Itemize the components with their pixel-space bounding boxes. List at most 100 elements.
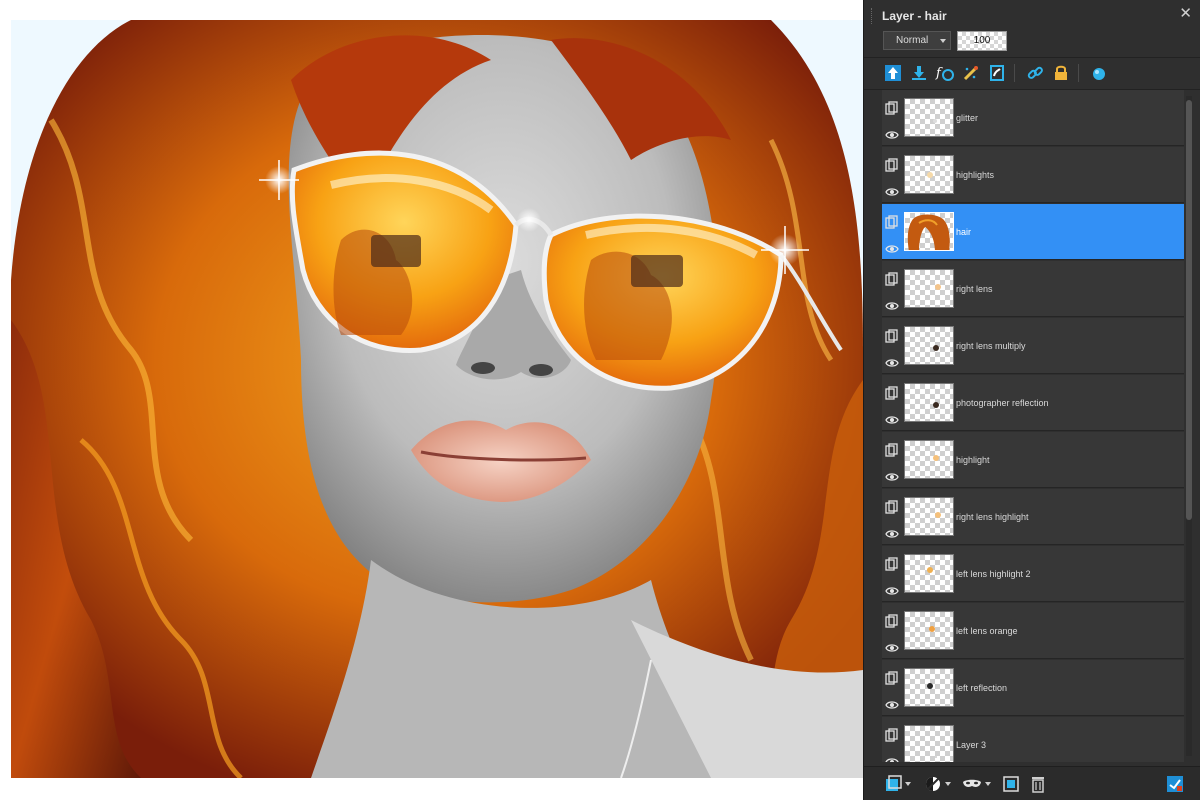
layer-group-icon[interactable] (885, 671, 899, 685)
layer-group-icon[interactable] (885, 386, 899, 400)
layer-thumbnail (904, 98, 954, 137)
layer-name: left reflection (956, 683, 1008, 693)
layer-row[interactable]: right lens (882, 261, 1184, 317)
layer-visibility-controls (885, 215, 899, 253)
layer-thumbnail-content (927, 683, 933, 689)
layer-thumbnail-content (935, 512, 941, 518)
layer-thumbnail (904, 497, 954, 536)
chevron-down-icon (985, 782, 991, 786)
delete-layer-icon (1032, 777, 1044, 793)
layer-row[interactable]: highlights (882, 147, 1184, 203)
layer-visibility-controls (885, 386, 899, 424)
layer-group-icon[interactable] (885, 443, 899, 457)
panel-title: Layer - hair (882, 9, 947, 23)
layer-styles-icon[interactable]: f (934, 62, 956, 84)
layer-thumbnail (904, 326, 954, 365)
chevron-down-icon (905, 782, 911, 786)
blend-mode-select[interactable]: Normal (883, 31, 951, 50)
layer-thumbnail (904, 212, 954, 251)
eye-icon[interactable] (885, 584, 899, 598)
layer-name: highlight (956, 455, 990, 465)
eye-icon[interactable] (885, 128, 899, 142)
eye-icon[interactable] (885, 527, 899, 541)
layer-row[interactable]: left lens highlight 2 (882, 546, 1184, 602)
move-layer-up-icon[interactable] (882, 62, 904, 84)
layer-group-icon[interactable] (885, 215, 899, 229)
panel-options-button[interactable] (1166, 773, 1184, 795)
layer-row[interactable]: highlight (882, 432, 1184, 488)
duplicate-layer-button[interactable] (1002, 773, 1020, 795)
layer-visibility-controls (885, 329, 899, 367)
layer-name: hair (956, 227, 972, 237)
layer-thumbnail-content (935, 284, 941, 290)
layer-thumbnail-content (933, 119, 937, 123)
portrait-photo (11, 20, 863, 778)
layer-group-icon[interactable] (885, 272, 899, 286)
new-layer-button[interactable] (884, 773, 911, 795)
panel-grip[interactable] (871, 8, 874, 24)
layer-name: left lens highlight 2 (956, 569, 1031, 579)
layers-list: glitter highlights hair right lens right len… (882, 90, 1184, 762)
layer-group-icon[interactable] (885, 329, 899, 343)
layer-visibility-controls (885, 443, 899, 481)
adjustment-layer-button[interactable] (924, 773, 951, 795)
link-icon[interactable] (1024, 62, 1046, 84)
layer-visibility-controls (885, 101, 899, 139)
layer-row[interactable]: right lens multiply (882, 318, 1184, 374)
layer-row[interactable]: left reflection (882, 660, 1184, 716)
eye-icon[interactable] (885, 299, 899, 313)
eye-icon[interactable] (885, 413, 899, 427)
layer-group-icon[interactable] (885, 614, 899, 628)
layer-visibility-controls (885, 614, 899, 652)
mask-layer-icon (963, 779, 981, 787)
duplicate-layer-icon (1003, 776, 1019, 792)
close-icon[interactable]: ✕ (1179, 6, 1192, 22)
layer-group-icon[interactable] (885, 500, 899, 514)
layer-row[interactable]: left lens orange (882, 603, 1184, 659)
layer-group-icon[interactable] (885, 101, 899, 115)
eye-icon[interactable] (885, 698, 899, 712)
eye-icon[interactable] (885, 641, 899, 655)
layer-name: left lens orange (956, 626, 1018, 636)
layer-thumbnail-content (927, 172, 933, 178)
layer-name: right lens multiply (956, 341, 1026, 351)
layer-visibility-controls (885, 728, 899, 762)
layer-visibility-controls (885, 500, 899, 538)
layer-row[interactable]: hair (882, 204, 1184, 260)
opacity-input[interactable]: 100 (957, 31, 1007, 51)
layer-thumbnail (904, 554, 954, 593)
layer-group-icon[interactable] (885, 557, 899, 571)
move-layer-down-icon[interactable] (908, 62, 930, 84)
divider (864, 57, 1200, 58)
layers-scrollbar-thumb[interactable] (1186, 100, 1192, 520)
adjustment-icon[interactable] (960, 62, 982, 84)
delete-layer-button[interactable] (1030, 773, 1046, 795)
layer-thumbnail (904, 611, 954, 650)
layer-visibility-controls (885, 272, 899, 310)
eye-icon[interactable] (885, 242, 899, 256)
adjustment-layer-icon (926, 777, 940, 791)
layer-name: right lens highlight (956, 512, 1029, 522)
layer-group-icon[interactable] (885, 728, 899, 742)
layer-thumbnail-content (933, 455, 939, 461)
fill-icon[interactable] (1088, 62, 1110, 84)
layer-row[interactable]: Layer 3 (882, 717, 1184, 762)
layer-name: glitter (956, 113, 979, 123)
svg-text:f: f (935, 66, 943, 81)
layer-group-icon[interactable] (885, 158, 899, 172)
layer-visibility-controls (885, 557, 899, 595)
layer-thumbnail-content (933, 345, 939, 351)
layer-row[interactable]: right lens highlight (882, 489, 1184, 545)
layer-row[interactable]: photographer reflection (882, 375, 1184, 431)
layer-row[interactable]: glitter (882, 90, 1184, 146)
layers-panel: Layer - hair ✕ Normal 100 f glitter high… (863, 0, 1200, 800)
image-canvas[interactable] (11, 20, 863, 778)
eye-icon[interactable] (885, 470, 899, 484)
eye-icon[interactable] (885, 755, 899, 762)
eye-icon[interactable] (885, 356, 899, 370)
mask-layer-button[interactable] (962, 773, 991, 795)
eye-icon[interactable] (885, 185, 899, 199)
lock-icon[interactable] (1050, 62, 1072, 84)
layer-thumbnail-content (935, 756, 937, 758)
mask-icon[interactable] (986, 62, 1008, 84)
